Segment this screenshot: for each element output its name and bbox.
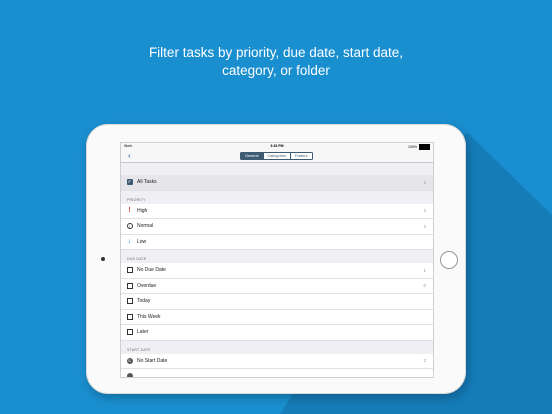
chevron-left-icon[interactable]: ‹	[128, 152, 131, 160]
list-item-low[interactable]: ↓ Low	[121, 234, 433, 250]
list-item-count: 1	[423, 267, 426, 273]
calendar-icon	[126, 313, 133, 320]
calendar-icon	[126, 282, 133, 289]
list-item-label: Normal	[137, 223, 154, 230]
list-item-count: 3	[423, 223, 426, 229]
status-time: 3:33 PM	[270, 144, 284, 148]
list-item-later[interactable]: Later	[121, 325, 433, 341]
section-header-label: DUE DATE	[127, 257, 147, 261]
section-header-label: START DATE	[127, 347, 151, 352]
list-item-partial[interactable]	[121, 369, 433, 377]
battery-percent: 100%	[408, 144, 417, 149]
list-item-count: 2	[423, 358, 426, 364]
list-item-high[interactable]: ! High 2	[121, 203, 433, 219]
calendar-icon	[126, 298, 133, 305]
segment-folders[interactable]: Folders	[290, 153, 312, 160]
battery-icon	[419, 144, 430, 150]
segment-categories[interactable]: Categories	[263, 153, 291, 160]
list-item-label: Today	[137, 298, 151, 305]
list-item-label: This Week	[137, 313, 161, 320]
list-item-label: No Due Date	[137, 267, 166, 274]
nav-bar: ‹ General Categories Folders	[121, 150, 433, 163]
exclamation-icon: !	[128, 207, 131, 215]
list-top-spacer	[121, 163, 433, 175]
list-item-count: 2	[423, 208, 426, 214]
list-item-label: Low	[137, 238, 147, 245]
list-item-this-week[interactable]: This Week	[121, 309, 433, 325]
filter-segmented-control: General Categories Folders	[240, 152, 313, 161]
segment-general[interactable]: General	[241, 153, 264, 160]
section-header-due-date: DUE DATE	[121, 250, 433, 263]
headline-line-1: Filter tasks by priority, due date, star…	[148, 45, 404, 60]
headline-line-2: category, or folder	[222, 63, 330, 78]
list-item-today[interactable]: Today	[121, 294, 433, 310]
down-arrow-icon: ↓	[127, 238, 132, 246]
list-item-count: 3	[423, 179, 426, 185]
section-header-label: PRIORITY	[127, 197, 146, 202]
list-item-label: Later	[137, 329, 149, 336]
list-item-label: High	[137, 207, 148, 214]
list-item-label: Overdue	[137, 282, 157, 289]
info-circle-icon: i	[126, 223, 133, 230]
list-item-label: All Tasks	[137, 179, 157, 186]
list-item-no-start-date[interactable]: S No Start Date 2	[121, 353, 433, 369]
section-header-start-date: START DATE	[121, 340, 433, 354]
section-header-priority: PRIORITY	[121, 190, 433, 204]
start-circle-icon	[126, 373, 133, 377]
app-screen: Work 3:33 PM 100% ‹ General Categories F…	[120, 142, 434, 378]
list-item-all-tasks[interactable]: ✓ All Tasks 3	[121, 175, 433, 191]
status-bar: Work 3:33 PM 100%	[121, 143, 433, 150]
checkbox-icon: ✓	[126, 179, 133, 186]
list-item-overdue[interactable]: Overdue 0	[121, 278, 433, 294]
list-item-count: 0	[423, 283, 426, 289]
list-item-normal[interactable]: i Normal 3	[121, 219, 433, 235]
calendar-icon	[126, 329, 133, 336]
camera-icon	[101, 257, 105, 261]
start-circle-icon: S	[126, 357, 133, 364]
list-item-label: No Start Date	[137, 357, 168, 364]
headline: Filter tasks by priority, due date, star…	[0, 44, 552, 80]
list-item-no-due-date[interactable]: No Due Date 1	[121, 263, 433, 279]
calendar-icon	[126, 267, 133, 274]
home-button[interactable]	[440, 251, 458, 269]
battery-indicator: 100%	[408, 144, 430, 150]
